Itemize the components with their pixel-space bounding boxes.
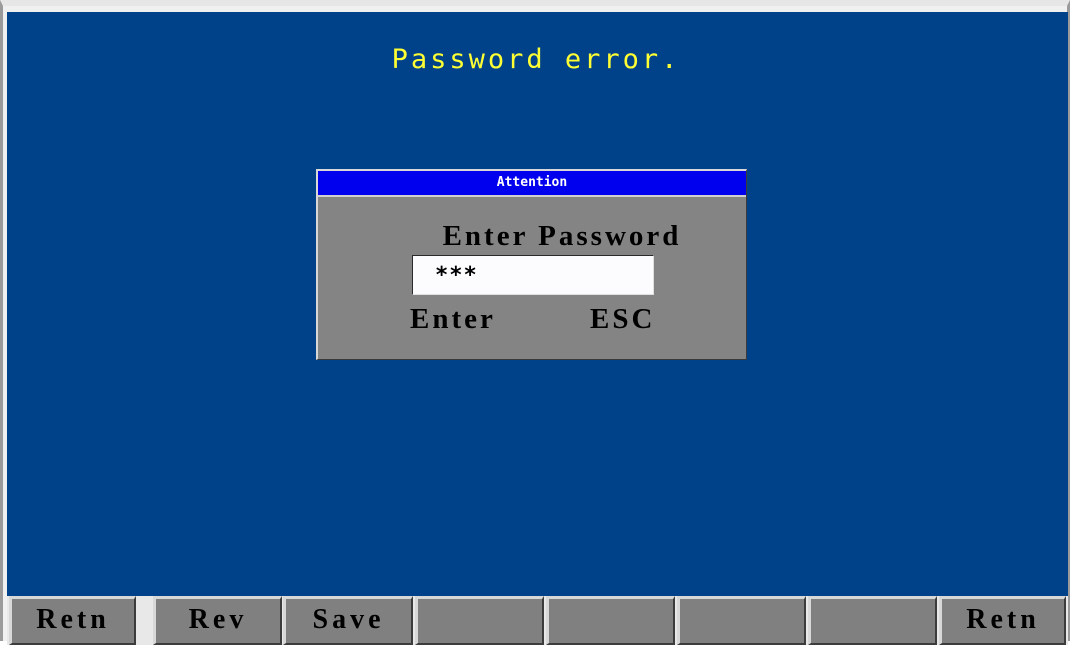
password-prompt-label: Enter Password <box>442 220 682 252</box>
status-message: Password error. <box>391 44 681 75</box>
fkey-8-retn-button[interactable]: Retn <box>939 596 1066 645</box>
hmi-screen: Password error. Attention Enter Password… <box>0 0 1070 645</box>
dialog-title: Attention <box>318 171 746 197</box>
fkey-7-button[interactable] <box>808 596 937 645</box>
function-key-bar: Retn Rev Save Retn <box>7 596 1068 645</box>
enter-button[interactable]: Enter <box>410 302 496 336</box>
fkey-3-save-button[interactable]: Save <box>283 596 413 645</box>
fkey-5-button[interactable] <box>546 596 675 645</box>
password-input[interactable]: *** <box>412 255 654 295</box>
password-dialog: Attention Enter Password *** Enter ESC <box>316 169 747 360</box>
fkey-2-rev-button[interactable]: Rev <box>153 596 282 645</box>
fkey-1-retn-button[interactable]: Retn <box>9 596 136 645</box>
fkey-6-button[interactable] <box>677 596 806 645</box>
fkey-4-button[interactable] <box>415 596 544 645</box>
esc-button[interactable]: ESC <box>590 302 655 336</box>
